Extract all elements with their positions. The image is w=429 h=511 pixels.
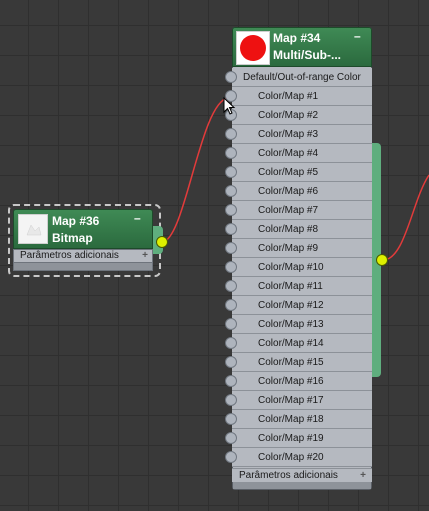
input-socket[interactable] (225, 432, 237, 444)
input-slot-row[interactable]: Color/Map #9 (225, 239, 372, 258)
input-slot-label: Color/Map #6 (258, 186, 319, 197)
input-slot-row[interactable]: Color/Map #3 (225, 125, 372, 144)
params-label: Parâmetros adicionais (239, 470, 338, 481)
input-slot-label: Color/Map #20 (258, 452, 324, 463)
input-slot-row[interactable]: Color/Map #7 (225, 201, 372, 220)
input-slot-label: Color/Map #16 (258, 376, 324, 387)
input-slot-row[interactable]: Color/Map #15 (225, 353, 372, 372)
input-socket[interactable] (225, 128, 237, 140)
collapse-icon[interactable]: – (354, 30, 361, 42)
input-slot-row[interactable]: Color/Map #4 (225, 144, 372, 163)
input-slot-label: Color/Map #8 (258, 224, 319, 235)
input-socket[interactable] (225, 337, 237, 349)
input-socket[interactable] (225, 223, 237, 235)
input-slot-row[interactable]: Color/Map #13 (225, 315, 372, 334)
input-socket[interactable] (225, 375, 237, 387)
multisub-node-title: Map #34 (273, 31, 321, 45)
input-slot-row[interactable]: Color/Map #5 (225, 163, 372, 182)
bitmap-node-type: Bitmap (52, 231, 93, 245)
mouse-pointer-icon (223, 97, 236, 115)
input-slot-row[interactable]: Color/Map #14 (225, 334, 372, 353)
input-slot-label: Color/Map #12 (258, 300, 324, 311)
input-slot-label: Color/Map #3 (258, 129, 319, 140)
input-slot-row[interactable]: Color/Map #16 (225, 372, 372, 391)
input-socket[interactable] (225, 204, 237, 216)
input-socket[interactable] (225, 356, 237, 368)
bitmap-node-header[interactable]: Map #36 Bitmap – (13, 209, 153, 249)
input-slot-label: Color/Map #9 (258, 243, 319, 254)
multisub-output-socket[interactable] (376, 254, 388, 266)
multisub-node-type: Multi/Sub-... (273, 48, 341, 62)
input-slot-label: Color/Map #4 (258, 148, 319, 159)
input-slot-row[interactable]: Color/Map #17 (225, 391, 372, 410)
multisub-node-footer (233, 482, 371, 489)
params-label: Parâmetros adicionais (20, 250, 119, 261)
input-socket[interactable] (225, 147, 237, 159)
input-socket[interactable] (225, 261, 237, 273)
input-slot-label: Color/Map #14 (258, 338, 324, 349)
collapse-icon[interactable]: – (134, 212, 141, 224)
input-slot-label: Color/Map #18 (258, 414, 324, 425)
input-slot-row[interactable]: Color/Map #1 (225, 87, 372, 106)
input-slot-row[interactable]: Default/Out-of-range Color (225, 68, 372, 87)
input-slot-label: Default/Out-of-range Color (243, 72, 361, 83)
wire-output-offscreen[interactable] (381, 174, 429, 261)
input-socket[interactable] (225, 242, 237, 254)
input-slot-row[interactable]: Color/Map #18 (225, 410, 372, 429)
input-socket[interactable] (225, 280, 237, 292)
input-slot-label: Color/Map #11 (258, 281, 323, 292)
input-socket[interactable] (225, 185, 237, 197)
input-slot-row[interactable]: Color/Map #11 (225, 277, 372, 296)
input-socket[interactable] (225, 166, 237, 178)
bitmap-thumbnail-icon (18, 214, 48, 244)
input-slot-row[interactable]: Color/Map #19 (225, 429, 372, 448)
bitmap-additional-params-rollout[interactable]: Parâmetros adicionais + (13, 249, 153, 263)
input-slot-label: Color/Map #13 (258, 319, 324, 330)
input-slot-row[interactable]: Color/Map #2 (225, 106, 372, 125)
input-socket[interactable] (225, 318, 237, 330)
input-slot-label: Color/Map #17 (258, 395, 324, 406)
input-socket[interactable] (225, 394, 237, 406)
input-slot-label: Color/Map #2 (258, 110, 319, 121)
input-socket[interactable] (225, 299, 237, 311)
input-slot-row[interactable]: Color/Map #6 (225, 182, 372, 201)
red-circle-swatch-icon (236, 31, 270, 65)
input-slot-row[interactable]: Color/Map #20 (225, 448, 372, 467)
multisub-input-list: Default/Out-of-range Color Color/Map #1 Co… (225, 68, 372, 467)
bitmap-node-footer (13, 263, 153, 271)
input-slot-label: Color/Map #15 (258, 357, 324, 368)
input-slot-label: Color/Map #7 (258, 205, 319, 216)
input-slot-row[interactable]: Color/Map #12 (225, 296, 372, 315)
input-socket[interactable] (225, 451, 237, 463)
input-slot-label: Color/Map #10 (258, 262, 324, 273)
multisub-additional-params-rollout[interactable]: Parâmetros adicionais + (232, 468, 372, 482)
bitmap-node-title: Map #36 (52, 214, 100, 228)
input-slot-label: Color/Map #19 (258, 433, 324, 444)
input-socket[interactable] (225, 71, 237, 83)
expand-icon[interactable]: + (360, 469, 366, 482)
input-slot-label: Color/Map #5 (258, 167, 319, 178)
input-socket[interactable] (225, 413, 237, 425)
multisub-node-header[interactable]: Map #34 Multi/Sub-... – (232, 27, 372, 67)
expand-icon[interactable]: + (142, 250, 148, 262)
bitmap-output-socket[interactable] (156, 236, 168, 248)
input-slot-row[interactable]: Color/Map #10 (225, 258, 372, 277)
wire-bitmap-to-map1[interactable] (161, 97, 229, 243)
input-slot-label: Color/Map #1 (258, 91, 319, 102)
input-slot-row[interactable]: Color/Map #8 (225, 220, 372, 239)
